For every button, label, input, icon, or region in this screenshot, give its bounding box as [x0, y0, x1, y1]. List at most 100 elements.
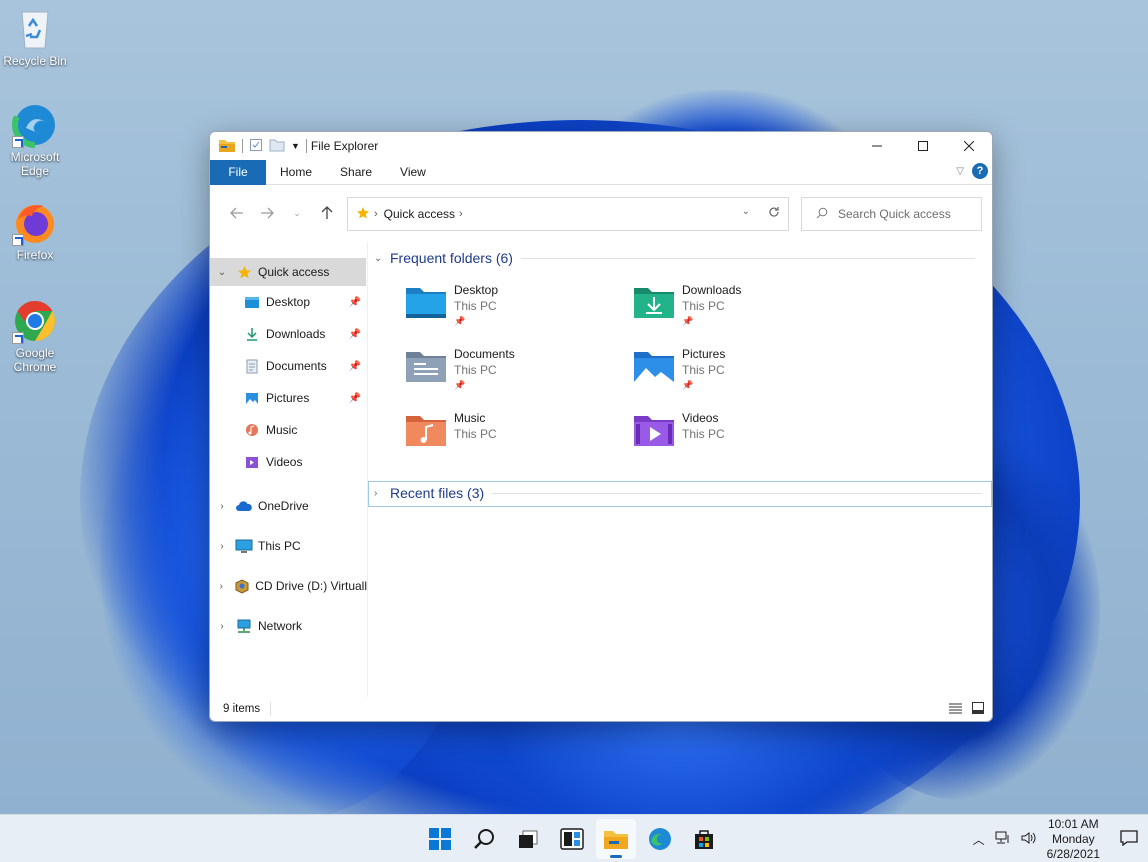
search-input[interactable]: Search Quick access	[801, 197, 982, 231]
desktop-icon-chrome[interactable]: Google Chrome	[0, 298, 70, 374]
star-icon	[234, 264, 254, 280]
nav-item-videos[interactable]: Videos	[210, 446, 367, 478]
folder-tile-desktop[interactable]: Desktop This PC 📌	[404, 282, 624, 338]
nav-item-label: OneDrive	[258, 499, 309, 513]
music-icon	[242, 422, 262, 438]
large-icons-view-icon[interactable]	[972, 702, 984, 717]
video-icon	[242, 454, 262, 470]
search-placeholder: Search Quick access	[838, 207, 951, 221]
clock-day: Monday	[1051, 831, 1095, 846]
edge-taskbar-button[interactable]	[640, 819, 680, 859]
desktop-folder-icon	[242, 294, 262, 310]
nav-quick-access[interactable]: ⌄ Quick access	[210, 258, 366, 286]
desktop-icon-recycle-bin[interactable]: Recycle Bin	[0, 6, 70, 68]
recent-locations-chevron-icon[interactable]: ⌄	[282, 198, 312, 228]
nav-item-pictures[interactable]: Pictures 📌	[210, 382, 367, 414]
expand-chevron-icon[interactable]: ›	[210, 501, 234, 512]
nav-item-desktop[interactable]: Desktop 📌	[210, 286, 367, 318]
title-bar[interactable]: ▼ File Explorer	[210, 132, 992, 160]
nav-item-onedrive[interactable]: › OneDrive	[210, 486, 367, 526]
widgets-button[interactable]	[552, 819, 592, 859]
clock[interactable]: 10:01 AM Monday 6/28/2021	[1047, 817, 1100, 862]
expand-chevron-icon[interactable]: ›	[210, 541, 234, 552]
network-status-icon[interactable]	[995, 831, 1011, 848]
up-button[interactable]	[312, 198, 342, 228]
recycle-bin-icon	[12, 6, 58, 52]
tab-share[interactable]: Share	[326, 160, 386, 185]
folder-tile-music[interactable]: Music This PC	[404, 410, 624, 466]
item-count: 9 items	[223, 703, 261, 715]
folder-tile-pictures[interactable]: Pictures This PC 📌	[632, 346, 852, 402]
folder-name: Downloads	[682, 283, 742, 297]
tab-home[interactable]: Home	[266, 160, 326, 185]
desktop-icon-firefox[interactable]: Firefox	[0, 200, 70, 262]
nav-item-downloads[interactable]: Downloads 📌	[210, 318, 367, 350]
tab-view[interactable]: View	[386, 160, 440, 185]
expand-chevron-icon[interactable]: ›	[210, 621, 234, 632]
pictures-folder-icon	[632, 346, 678, 386]
breadcrumb-quick-access[interactable]: Quick access	[384, 207, 455, 221]
pin-icon: 📌	[348, 392, 361, 404]
forward-button[interactable]	[252, 198, 282, 228]
close-button[interactable]	[946, 132, 992, 160]
search-button[interactable]	[464, 819, 504, 859]
widgets-icon	[560, 828, 584, 850]
minimize-button[interactable]	[854, 132, 900, 160]
desktop-icon-label: Microsoft Edge	[10, 150, 60, 178]
tab-file[interactable]: File	[210, 159, 266, 185]
task-view-button[interactable]	[508, 819, 548, 859]
properties-icon[interactable]	[249, 138, 263, 155]
folder-tile-videos[interactable]: Videos This PC	[632, 410, 852, 466]
folder-icon	[604, 831, 628, 849]
expand-chevron-icon[interactable]: ›	[210, 581, 232, 592]
help-icon[interactable]: ?	[972, 163, 988, 179]
maximize-button[interactable]	[900, 132, 946, 160]
chrome-icon	[12, 298, 58, 344]
windows-logo-icon	[429, 828, 451, 850]
folder-tile-downloads[interactable]: Downloads This PC 📌	[632, 282, 852, 338]
collapse-chevron-icon[interactable]: ⌄	[374, 253, 384, 264]
refresh-icon[interactable]	[768, 206, 780, 221]
group-frequent-folders[interactable]: ⌄ Frequent folders (6)	[374, 250, 975, 266]
nav-item-music[interactable]: Music	[210, 414, 367, 446]
folder-location: This PC	[454, 363, 497, 377]
taskbar: ︿ 10:01 AM Monday 6/28/2021	[0, 814, 1148, 862]
group-title: Recent files (3)	[390, 485, 485, 501]
show-hidden-icons-chevron-icon[interactable]: ︿	[973, 831, 985, 848]
nav-item-documents[interactable]: Documents 📌	[210, 350, 367, 382]
nav-item-cd-drive[interactable]: › CD Drive (D:) Virtuall	[210, 566, 367, 606]
desktop-icon-edge[interactable]: Microsoft Edge	[0, 102, 70, 178]
details-view-icon[interactable]	[949, 702, 962, 717]
window-title: File Explorer	[310, 139, 379, 153]
address-bar[interactable]: › Quick access › ⌄	[347, 197, 789, 231]
expand-ribbon-icon[interactable]: ▽	[956, 166, 964, 177]
desktop-icon-label: Google Chrome	[13, 346, 57, 374]
folder-tile-documents[interactable]: Documents This PC 📌	[404, 346, 624, 402]
nav-item-network[interactable]: › Network	[210, 606, 367, 646]
network-icon	[234, 618, 254, 634]
folder-location: This PC	[682, 363, 725, 377]
volume-icon[interactable]	[1021, 831, 1037, 848]
address-history-chevron-icon[interactable]: ⌄	[742, 206, 750, 221]
group-recent-files[interactable]: › Recent files (3)	[374, 485, 983, 501]
new-folder-icon[interactable]	[269, 138, 285, 155]
search-icon	[816, 207, 828, 222]
start-button[interactable]	[420, 819, 460, 859]
folder-location: This PC	[682, 427, 725, 441]
nav-item-this-pc[interactable]: › This PC	[210, 526, 367, 566]
nav-item-label: This PC	[258, 539, 301, 553]
chevron-down-icon[interactable]: ▼	[291, 141, 300, 151]
folder-name: Videos	[682, 411, 719, 425]
back-button[interactable]	[222, 198, 252, 228]
nav-item-label: Downloads	[266, 327, 326, 341]
store-taskbar-button[interactable]	[684, 819, 724, 859]
collapse-chevron-icon[interactable]: ⌄	[210, 267, 234, 278]
file-explorer-taskbar-button[interactable]	[596, 819, 636, 859]
notification-icon[interactable]	[1120, 829, 1138, 849]
nav-item-label: Pictures	[266, 391, 310, 405]
breadcrumb-chevron-icon[interactable]: ›	[459, 208, 463, 220]
expand-chevron-icon[interactable]: ›	[374, 488, 384, 499]
system-tray: ︿ 10:01 AM Monday 6/28/2021	[973, 815, 1138, 862]
pin-icon: 📌	[348, 296, 361, 308]
navigation-pane: ⌄ Quick access Desktop 📌 Downloads 📌 Doc…	[210, 242, 368, 697]
